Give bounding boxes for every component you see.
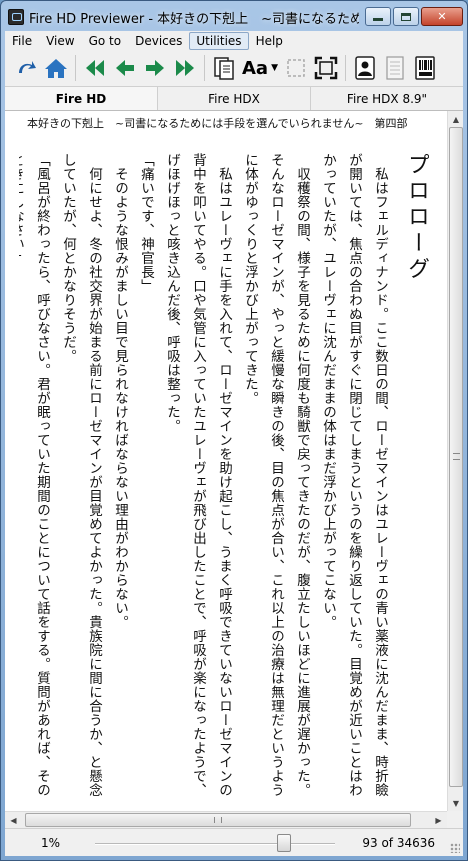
book-body-text: プロローグ 私はフェルディナンド。ここ数日の間、ローゼマインはユレーヴェの青い薬… xyxy=(19,153,429,805)
toolbar-separator xyxy=(75,55,76,81)
toolbar: Aa ▼ xyxy=(5,50,463,87)
portrait-icon xyxy=(355,56,375,80)
tab-fire-hd[interactable]: Fire HD xyxy=(5,87,158,110)
paragraph: 何にせよ、冬の社交界が始まる前にローゼマインが目覚めてよかった。貴族院に間に合う… xyxy=(60,153,102,797)
previous-page-button[interactable] xyxy=(110,53,140,83)
first-page-icon xyxy=(86,60,104,76)
home-icon xyxy=(45,59,67,78)
horizontal-scroll-thumb[interactable] xyxy=(25,813,411,827)
home-button[interactable] xyxy=(41,53,71,83)
scrollbar-corner xyxy=(447,811,463,828)
toolbar-separator xyxy=(204,55,205,81)
minimize-icon xyxy=(373,18,383,21)
grip-icon xyxy=(453,453,460,460)
dialogue-line: 「痛いです、神官長」 xyxy=(138,153,154,293)
scroll-right-icon[interactable]: ▶ xyxy=(430,812,447,829)
paragraph: そのような恨みがましい目で見られなければならない理由がわからない。 xyxy=(112,166,128,629)
maximize-button[interactable] xyxy=(393,7,419,26)
title-bar[interactable]: Fire HD Previewer - 本好きの下剋上 ~司書になるため... … xyxy=(1,1,467,31)
grip-icon xyxy=(214,817,222,823)
menu-utilities[interactable]: Utilities xyxy=(189,31,249,50)
portrait-button[interactable] xyxy=(350,53,380,83)
vertical-scroll-thumb[interactable] xyxy=(449,127,463,787)
paragraph: 私はユレーヴェに手を入れて、ローゼマインを助け起こし、うまく呼吸できていないロー… xyxy=(164,153,232,797)
scroll-up-icon[interactable]: ▲ xyxy=(448,111,464,127)
scroll-left-icon[interactable]: ◀ xyxy=(5,812,22,829)
first-page-button[interactable] xyxy=(80,53,110,83)
menu-help[interactable]: Help xyxy=(249,32,290,50)
vertical-scrollbar[interactable]: ▲ ▼ xyxy=(447,111,463,811)
menu-devices[interactable]: Devices xyxy=(128,32,189,50)
fullscreen-icon xyxy=(314,56,338,80)
minimize-button[interactable] xyxy=(365,7,391,26)
scroll-down-icon[interactable]: ▼ xyxy=(448,795,464,811)
font-size-label: Aa xyxy=(242,57,269,79)
chapter-title: プロローグ xyxy=(404,153,429,283)
status-bar: 1% 93 of 34636 xyxy=(5,828,463,856)
paragraph: 私はフェルディナンド。ここ数日の間、ローゼマインはユレーヴェの青い薬液に沈んだま… xyxy=(320,153,388,797)
document-button[interactable] xyxy=(380,53,410,83)
menu-bar: File View Go to Devices Utilities Help xyxy=(5,31,463,50)
barcode-button[interactable] xyxy=(410,53,440,83)
resize-grip-icon[interactable] xyxy=(450,843,460,853)
dropdown-arrow-icon: ▼ xyxy=(271,63,278,73)
barcode-icon xyxy=(415,56,435,80)
rotate-icon xyxy=(19,61,36,73)
close-button[interactable]: ✕ xyxy=(421,7,463,26)
close-icon: ✕ xyxy=(437,10,447,23)
maximize-icon xyxy=(401,12,411,21)
book-running-header: 本好きの下剋上 ~司書になるためには手段を選んでいられません~ 第四部 xyxy=(27,117,408,130)
next-page-button[interactable] xyxy=(140,53,170,83)
dialogue-line: 「風呂が終わったら、呼びなさい。君が眠っていた期間のことについて話をする。質問が… xyxy=(19,153,50,797)
fit-icon xyxy=(287,59,305,77)
next-page-icon xyxy=(146,60,164,76)
last-page-icon xyxy=(176,60,194,76)
location-indicator: 93 of 34636 xyxy=(362,836,435,850)
menu-file[interactable]: File xyxy=(5,32,39,50)
position-slider-track[interactable] xyxy=(95,843,335,845)
tab-fire-hdx-8-9[interactable]: Fire HDX 8.9" xyxy=(311,87,463,110)
window-title: Fire HD Previewer - 本好きの下剋上 ~司書になるため... xyxy=(29,12,359,27)
rotate-button[interactable] xyxy=(11,53,41,83)
horizontal-scrollbar[interactable]: ◀ ▶ xyxy=(5,811,447,828)
device-tabs: Fire HD Fire HDX Fire HDX 8.9" xyxy=(5,87,463,111)
tab-fire-hdx[interactable]: Fire HDX xyxy=(158,87,311,110)
page-view-button[interactable] xyxy=(209,53,239,83)
page-view-icon xyxy=(214,57,234,80)
last-page-button[interactable] xyxy=(170,53,200,83)
paragraph: 収穫祭の間、様子を見るために何度も騎獣で戻ってきたのだが、腹立たしいほどに進展が… xyxy=(242,153,310,797)
app-window: Fire HD Previewer - 本好きの下剋上 ~司書になるため... … xyxy=(0,0,468,861)
position-slider-thumb[interactable] xyxy=(277,834,291,852)
fullscreen-button[interactable] xyxy=(311,53,341,83)
menu-view[interactable]: View xyxy=(39,32,81,50)
app-icon xyxy=(8,9,24,25)
font-size-button[interactable]: Aa ▼ xyxy=(239,53,281,83)
document-icon xyxy=(386,56,404,80)
previous-page-icon xyxy=(116,60,134,76)
book-page[interactable]: 本好きの下剋上 ~司書になるためには手段を選んでいられません~ 第四部 プロロー… xyxy=(5,111,447,811)
menu-go-to[interactable]: Go to xyxy=(82,32,129,50)
fit-button[interactable] xyxy=(281,53,311,83)
progress-percent: 1% xyxy=(41,836,61,850)
toolbar-separator xyxy=(345,55,346,81)
